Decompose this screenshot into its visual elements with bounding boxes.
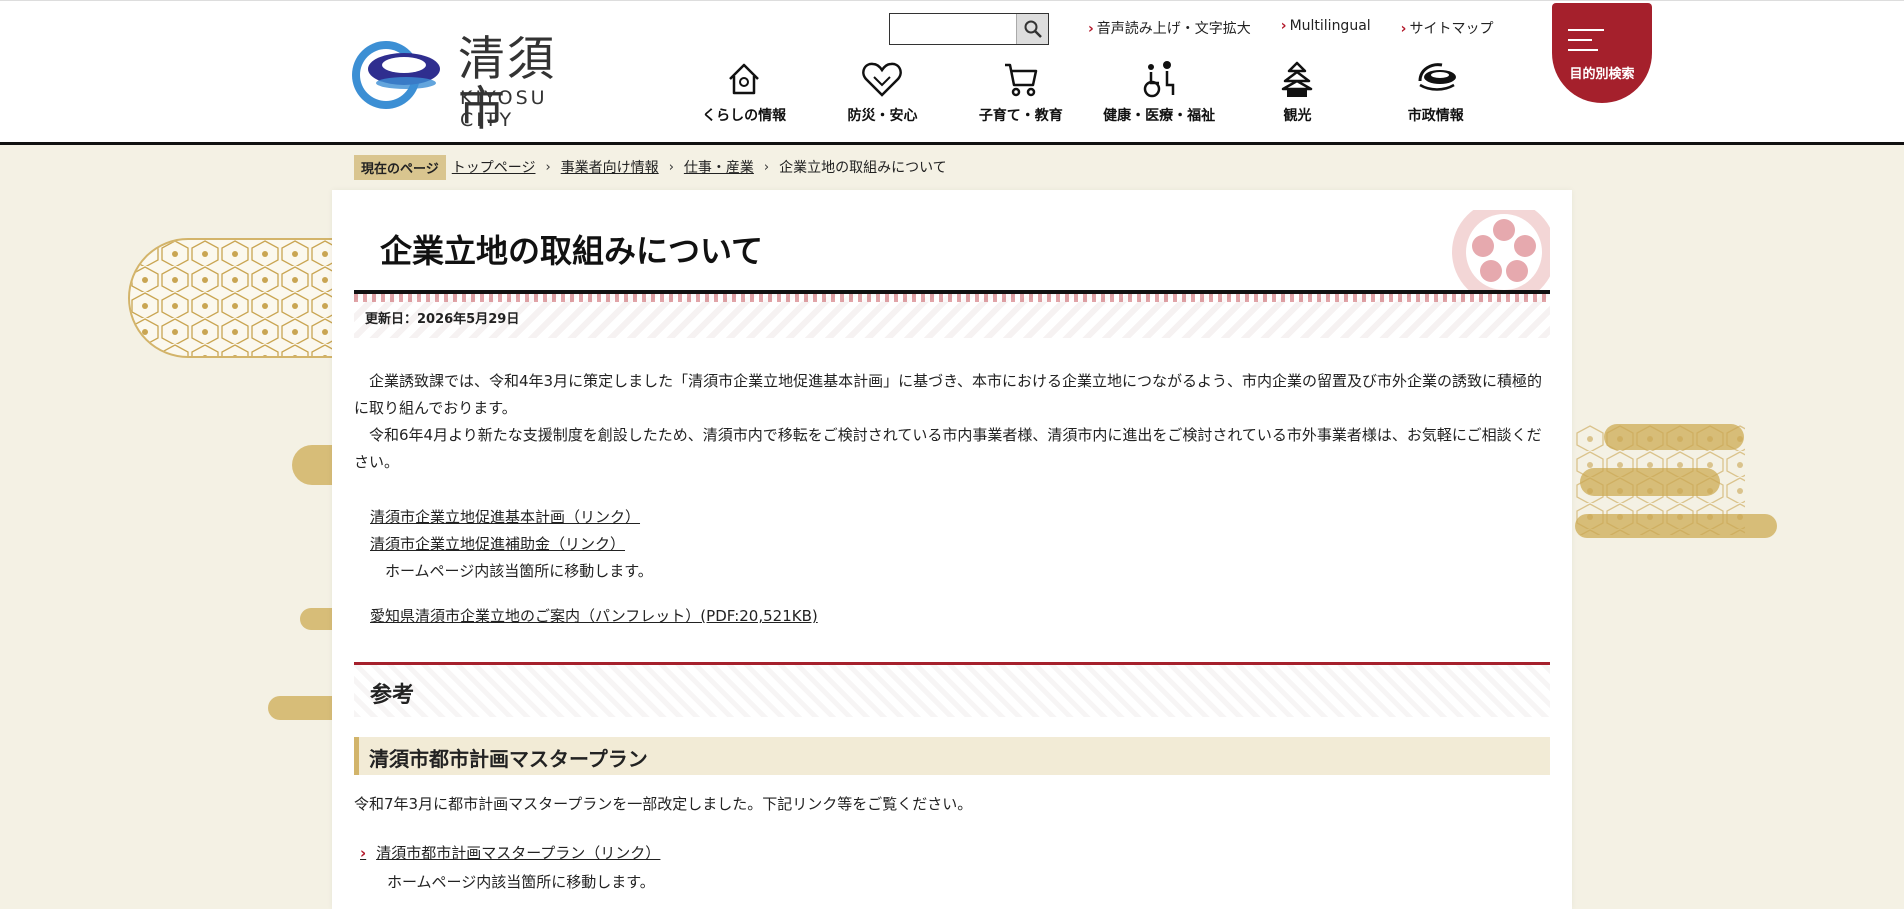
util-link-label: Multilingual	[1289, 18, 1371, 34]
logo-english: KIYOSU CITY	[460, 87, 548, 131]
site-header: 清須市 KIYOSU CITY › 音声読み上げ・文字拡大 › Multilingu…	[0, 0, 1904, 145]
gnav-item-childcare[interactable]: 子育て・教育	[952, 59, 1090, 129]
breadcrumb-current-label: 現在のページ	[354, 154, 446, 180]
city-emblem-icon	[352, 41, 440, 109]
search-button[interactable]	[1016, 14, 1048, 44]
reference-band	[354, 665, 1550, 717]
page-title: 企業立地の取組みについて	[380, 232, 764, 270]
castle-icon	[1282, 61, 1313, 97]
chevron-right-icon: ›	[763, 159, 770, 175]
master-plan-link[interactable]: › 清須市都市計画マスタープラン（リンク）	[360, 842, 660, 863]
util-link-label: 音声読み上げ・文字拡大	[1096, 21, 1251, 37]
page-title-area: 企業立地の取組みについて	[354, 190, 1550, 295]
menu-icon	[1568, 29, 1604, 59]
gnav-item-safety[interactable]: 防災・安心	[813, 59, 951, 129]
link-note: ホームページ内該当箇所に移動します。	[387, 873, 655, 891]
updated-date: 更新日：2026年5月29日	[365, 312, 520, 327]
house-icon	[729, 63, 760, 95]
purpose-search-button[interactable]: 目的別検索	[1552, 3, 1652, 103]
search-input[interactable]	[890, 14, 1016, 44]
purpose-search-label: 目的別検索	[1569, 67, 1635, 82]
stroller-icon	[1004, 63, 1038, 97]
link-basic-plan[interactable]: 清須市企業立地促進基本計画（リンク）	[370, 504, 653, 531]
gnav-label: 観光	[1283, 108, 1312, 124]
intro-text: 企業誘致課では、令和4年3月に策定しました「清須市企業立地促進基本計画」に基づき…	[354, 368, 1550, 476]
master-plan-link-label: 清須市都市計画マスタープラン（リンク）	[376, 844, 661, 862]
family-crest-icon	[1452, 210, 1550, 292]
wheelchair-icon	[1143, 61, 1175, 98]
gnav-item-city-info[interactable]: 市政情報	[1367, 59, 1505, 129]
chevron-right-icon: ›	[1088, 21, 1094, 37]
site-logo[interactable]: 清須市 KIYOSU CITY	[350, 35, 600, 135]
util-link-multilingual[interactable]: › Multilingual	[1281, 18, 1371, 38]
chevron-right-icon: ›	[1400, 21, 1407, 37]
paragraph: 企業誘致課では、令和4年3月に策定しました「清須市企業立地促進基本計画」に基づき…	[354, 372, 1543, 417]
gnav-label: 防災・安心	[847, 108, 918, 124]
section-body: 令和7年3月に都市計画マスタープランを一部改定しました。下記リンク等をご覧くださ…	[354, 795, 973, 813]
link-note: ホームページ内該当箇所に移動します。	[385, 562, 653, 580]
city-emblem-icon	[1418, 63, 1456, 91]
gnav-item-tourism[interactable]: 観光	[1228, 59, 1366, 129]
link-list: 清須市企業立地促進基本計画（リンク） 清須市企業立地促進補助金（リンク） ホーム…	[370, 504, 653, 585]
utility-links: › 音声読み上げ・文字拡大 › Multilingual › サイトマップ	[1088, 18, 1493, 38]
gnav-item-health[interactable]: 健康・医療・福祉	[1090, 59, 1228, 129]
breadcrumb-link-top[interactable]: トップページ	[452, 157, 536, 177]
reference-heading: 参考	[370, 683, 415, 708]
gnav-label: 子育て・教育	[978, 108, 1063, 124]
breadcrumb: 現在のページ トップページ › 事業者向け情報 › 仕事・産業 › 企業立地の取…	[354, 154, 947, 180]
section-heading: 清須市都市計画マスタープラン	[354, 737, 1550, 775]
title-pattern	[354, 294, 1550, 338]
gnav-label: 健康・医療・福祉	[1103, 108, 1216, 124]
pdf-pamphlet-link[interactable]: 愛知県清須市企業立地のご案内（パンフレット）(PDF:20,521KB)	[370, 605, 818, 626]
gnav-label: 市政情報	[1407, 108, 1464, 124]
section-heading-text: 清須市都市計画マスタープラン	[369, 747, 648, 771]
breadcrumb-current-page: 企業立地の取組みについて	[779, 160, 947, 176]
gnav-item-living[interactable]: くらしの情報	[675, 59, 813, 129]
chevron-right-icon: ›	[360, 844, 367, 862]
util-link-accessibility[interactable]: › 音声読み上げ・文字拡大	[1088, 18, 1251, 38]
breadcrumb-link-industry[interactable]: 仕事・産業	[684, 157, 754, 177]
main-content: 企業立地の取組みについて 更新日：2026年5月29日 企業誘致課では、令和4年…	[332, 190, 1572, 909]
breadcrumb-link-business[interactable]: 事業者向け情報	[561, 157, 659, 177]
gnav-label: くらしの情報	[702, 108, 787, 124]
chevron-right-icon: ›	[545, 159, 551, 175]
site-search	[889, 13, 1049, 45]
util-link-label: サイトマップ	[1409, 21, 1494, 37]
decorative-pattern-left	[128, 238, 338, 358]
link-subsidy[interactable]: 清須市企業立地促進補助金（リンク）	[370, 531, 653, 558]
decorative-pattern-right	[1575, 425, 1745, 535]
heart-hands-icon	[862, 62, 903, 97]
chevron-right-icon: ›	[668, 159, 674, 175]
paragraph: 令和6年4月より新たな支援制度を創設したため、清須市内で移転をご検討されている市…	[354, 426, 1542, 471]
global-nav: くらしの情報 防災・安心 子育て・教育 健康・医療・福祉 観光 市政情報	[675, 59, 1505, 129]
search-icon	[1024, 20, 1042, 38]
util-link-sitemap[interactable]: › サイトマップ	[1401, 18, 1494, 38]
chevron-right-icon: ›	[1280, 18, 1287, 34]
